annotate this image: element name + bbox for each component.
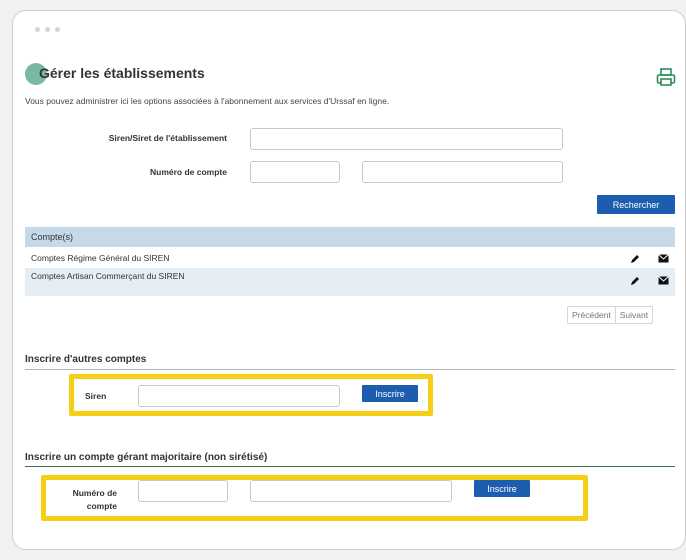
- section-divider: [25, 466, 675, 467]
- accounts-table-header: Compte(s): [25, 227, 675, 247]
- previous-page-link[interactable]: Précédent: [568, 307, 615, 323]
- table-row: Comptes Régime Général du SIREN: [25, 250, 675, 268]
- search-button[interactable]: Rechercher: [597, 195, 675, 214]
- envelope-icon[interactable]: [658, 254, 669, 263]
- pencil-icon[interactable]: [630, 276, 640, 286]
- envelope-icon[interactable]: [658, 276, 669, 285]
- manager-account-input-2[interactable]: [250, 480, 452, 502]
- register-siren-button[interactable]: Inscrire: [362, 385, 418, 402]
- print-icon[interactable]: [656, 68, 676, 86]
- page-header: Gérer les établissements: [25, 63, 205, 85]
- window-controls: [35, 27, 60, 32]
- account-number-label: Numéro de compte: [150, 167, 227, 177]
- pencil-icon[interactable]: [630, 254, 640, 264]
- account-row-label: Comptes Artisan Commerçant du SIREN: [31, 271, 185, 281]
- next-page-link[interactable]: Suivant: [614, 307, 652, 323]
- section-divider: [25, 369, 675, 370]
- siren-siret-label: Siren/Siret de l'établissement: [108, 133, 227, 143]
- other-accounts-title: Inscrire d'autres comptes: [25, 354, 147, 365]
- window-dot: [45, 27, 50, 32]
- page-description: Vous pouvez administrer ici les options …: [25, 96, 390, 106]
- window-dot: [55, 27, 60, 32]
- account-number-input-1[interactable]: [250, 161, 340, 183]
- window-dot: [35, 27, 40, 32]
- siren-label: Siren: [85, 391, 107, 401]
- siren-siret-input[interactable]: [250, 128, 563, 150]
- manager-account-title: Inscrire un compte gérant majoritaire (n…: [25, 452, 268, 463]
- label-line: Numéro de: [72, 488, 117, 498]
- account-row-label: Comptes Régime Général du SIREN: [31, 253, 170, 263]
- table-row: Comptes Artisan Commerçant du SIREN: [25, 268, 675, 296]
- manager-account-number-label: Numéro de compte: [53, 487, 117, 513]
- page-title: Gérer les établissements: [39, 65, 205, 81]
- siren-input[interactable]: [138, 385, 340, 407]
- manager-account-input-1[interactable]: [138, 480, 228, 502]
- pagination: Précédent Suivant: [567, 306, 654, 324]
- account-number-input-2[interactable]: [362, 161, 563, 183]
- label-line: compte: [86, 501, 117, 511]
- browser-window: Gérer les établissements Vous pouvez adm…: [12, 10, 686, 550]
- register-manager-button[interactable]: Inscrire: [474, 480, 530, 497]
